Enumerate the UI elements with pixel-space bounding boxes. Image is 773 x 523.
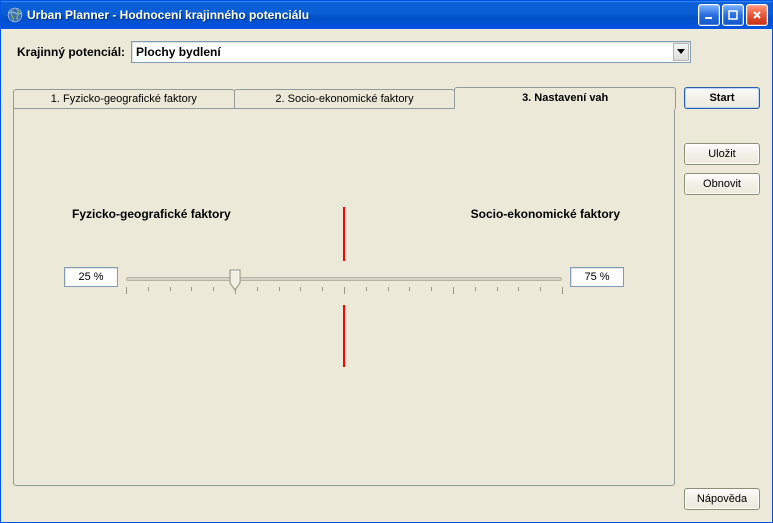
close-button[interactable] bbox=[746, 4, 768, 26]
left-percent-box: 25 % bbox=[64, 267, 118, 287]
tab-socio-factors[interactable]: 2. Socio-ekonomické faktory bbox=[234, 89, 456, 109]
window-title: Urban Planner - Hodnocení krajinného pot… bbox=[27, 8, 698, 22]
tab-label: 3. Nastavení vah bbox=[522, 92, 608, 104]
slider-ticks bbox=[126, 287, 562, 295]
right-percent-value: 75 % bbox=[584, 271, 609, 283]
tab-strip: 1. Fyzicko-geografické faktory 2. Socio-… bbox=[13, 87, 675, 109]
center-marker-top bbox=[343, 207, 345, 261]
tab-physical-factors[interactable]: 1. Fyzicko-geografické faktory bbox=[13, 89, 235, 109]
maximize-button[interactable] bbox=[722, 4, 744, 26]
tab-weights[interactable]: 3. Nastavení vah bbox=[454, 87, 676, 109]
chevron-down-icon[interactable] bbox=[673, 43, 689, 61]
potential-dropdown[interactable]: Plochy bydlení bbox=[131, 41, 691, 63]
help-button[interactable]: Nápověda bbox=[684, 488, 760, 510]
potential-label: Krajinný potenciál: bbox=[13, 45, 125, 59]
globe-icon bbox=[7, 7, 23, 23]
tab-label: 1. Fyzicko-geografické faktory bbox=[51, 93, 197, 105]
save-button[interactable]: Uložit bbox=[684, 143, 760, 165]
window-root: Urban Planner - Hodnocení krajinného pot… bbox=[0, 0, 773, 523]
restore-button[interactable]: Obnovit bbox=[684, 173, 760, 195]
center-marker-bottom bbox=[343, 305, 345, 367]
start-button[interactable]: Start bbox=[684, 87, 760, 109]
action-button-column: Start Uložit Obnovit bbox=[684, 87, 760, 195]
client-area: Krajinný potenciál: Plochy bydlení Start… bbox=[1, 29, 772, 522]
left-percent-value: 25 % bbox=[78, 271, 103, 283]
slider-thumb[interactable] bbox=[229, 269, 241, 291]
tab-label: 2. Socio-ekonomické faktory bbox=[275, 93, 413, 105]
potential-selector-row: Krajinný potenciál: Plochy bydlení bbox=[13, 41, 760, 63]
right-factor-label: Socio-ekonomické faktory bbox=[471, 207, 620, 221]
weights-slider[interactable] bbox=[126, 269, 562, 303]
right-percent-box: 75 % bbox=[570, 267, 624, 287]
potential-dropdown-value: Plochy bydlení bbox=[136, 45, 221, 59]
titlebar[interactable]: Urban Planner - Hodnocení krajinného pot… bbox=[1, 1, 772, 29]
tab-panel: 1. Fyzicko-geografické faktory 2. Socio-… bbox=[13, 87, 675, 487]
slider-track bbox=[126, 277, 562, 281]
tab-body-weights: Fyzicko-geografické faktory Socio-ekonom… bbox=[13, 108, 675, 486]
minimize-button[interactable] bbox=[698, 4, 720, 26]
left-factor-label: Fyzicko-geografické faktory bbox=[72, 207, 231, 221]
